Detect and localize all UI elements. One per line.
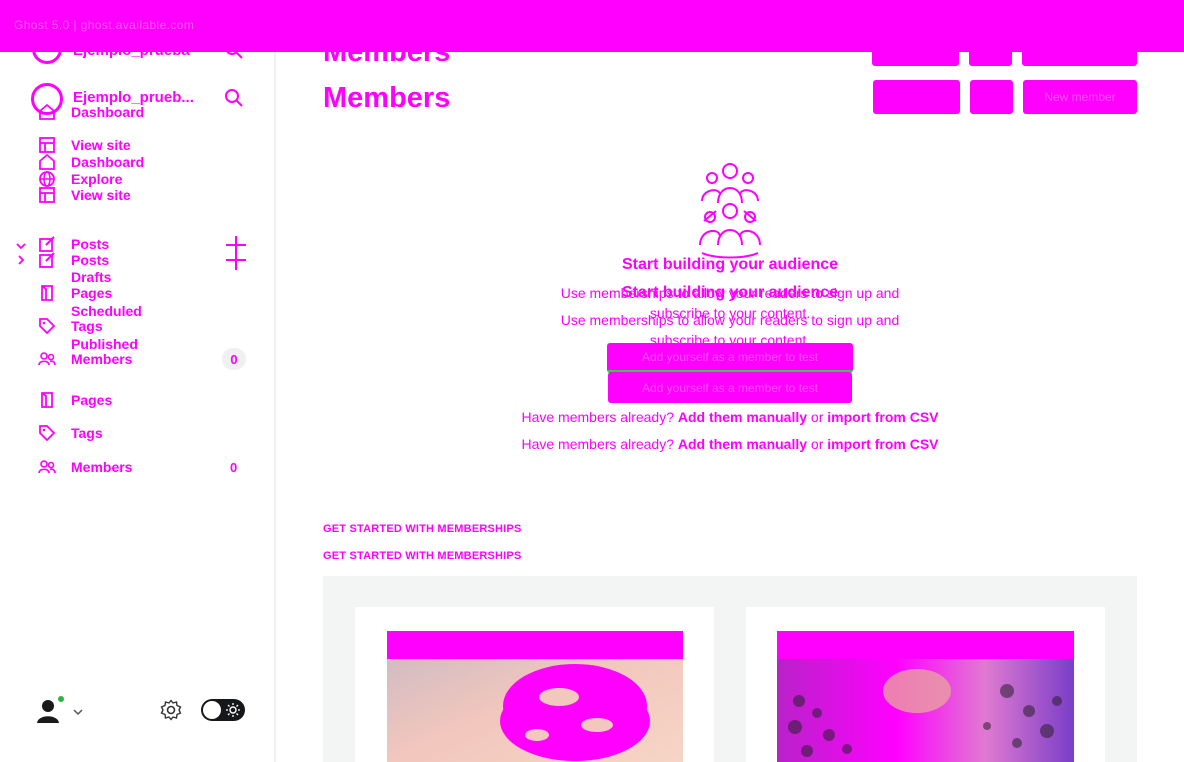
audience-icon — [696, 161, 764, 266]
members-count: 0 — [230, 460, 238, 475]
nav-label: View site — [71, 187, 131, 203]
add-manually-link[interactable]: Add them manually — [678, 436, 807, 452]
search-icon[interactable] — [224, 88, 244, 113]
add-yourself-button[interactable]: Add yourself as a member to test — [607, 343, 853, 373]
nav-label: Dashboard — [71, 104, 145, 120]
nav-label: Explore — [71, 171, 123, 187]
online-status-dot — [56, 694, 66, 704]
import-members-line-ghost: Have members already? Add them manually … — [521, 436, 939, 452]
empty-state-title: Start building your audience — [621, 256, 839, 273]
more-button[interactable] — [970, 80, 1013, 114]
nav-view-site[interactable]: View site — [38, 136, 131, 154]
new-member-button[interactable]: New member — [1023, 80, 1137, 114]
gear-icon[interactable] — [160, 699, 182, 726]
nav-label: Tags — [71, 318, 103, 334]
guide-card[interactable] — [746, 607, 1105, 762]
get-started-heading: GET STARTED WITH MEMBERSHIPS — [323, 523, 522, 535]
page-icon — [38, 391, 56, 409]
sidebar: Ejemplo_prueba Ejemplo_prueb... Dashboar… — [0, 0, 276, 762]
import-members-line: Have members already? Add them manually … — [521, 409, 939, 425]
filter-button[interactable] — [873, 80, 960, 114]
user-avatar-icon[interactable] — [32, 694, 66, 726]
import-csv-link[interactable]: import from CSV — [827, 409, 938, 425]
nav-members-ghost[interactable]: Members — [38, 350, 132, 368]
chevron-down-icon[interactable] — [72, 704, 84, 722]
page-title: Members — [323, 82, 451, 114]
members-count-badge: 0 — [222, 348, 246, 370]
home-icon — [38, 103, 56, 121]
guide-card[interactable] — [355, 607, 714, 762]
nav-label: Pages — [71, 392, 113, 408]
members-icon — [38, 458, 56, 476]
home-icon — [38, 153, 56, 171]
nav-view-site-ghost[interactable]: View site — [38, 186, 131, 204]
nav-dashboard-ghost[interactable]: Dashboard — [38, 103, 144, 121]
nav-label: Members — [71, 459, 133, 475]
layout-icon — [38, 136, 56, 154]
guide-card-image — [777, 631, 1074, 762]
nav-label: Members — [71, 351, 133, 367]
nav-label: Posts — [71, 236, 110, 252]
nav-label: Dashboard — [71, 154, 145, 170]
nav-pages[interactable]: Pages — [38, 391, 112, 409]
theme-toggle[interactable] — [201, 699, 245, 721]
guide-card-image — [387, 631, 683, 762]
nav-tags-ghost[interactable]: Tags — [38, 317, 103, 335]
browser-top-bar: Ghost 5.0 | ghost.available.com — [0, 0, 1184, 52]
get-started-heading-ghost: GET STARTED WITH MEMBERSHIPS — [323, 550, 522, 562]
sun-icon — [225, 702, 241, 723]
add-manually-link[interactable]: Add them manually — [678, 409, 807, 425]
nav-dashboard[interactable]: Dashboard — [38, 153, 144, 171]
import-csv-link[interactable]: import from CSV — [827, 436, 938, 452]
members-icon — [38, 350, 56, 368]
nav-members[interactable]: Members — [38, 458, 132, 476]
toggle-knob — [203, 701, 221, 719]
layout-icon — [38, 186, 56, 204]
add-yourself-button-ghost[interactable]: Add yourself as a member to test — [608, 372, 852, 403]
window-title: Ghost 5.0 | ghost.available.com — [14, 18, 195, 32]
nav-label: View site — [71, 137, 131, 153]
tag-icon — [38, 317, 56, 335]
